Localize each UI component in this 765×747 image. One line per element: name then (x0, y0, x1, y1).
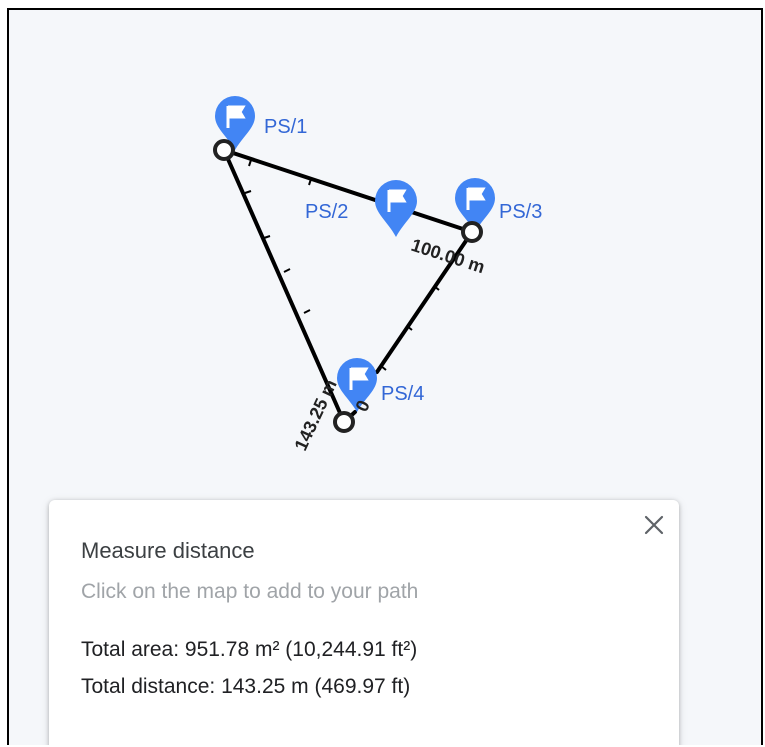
vertex-handle-3 (333, 411, 355, 433)
vertex-distance-label: 143.25 m (290, 376, 340, 453)
panel-hint: Click on the map to add to your path (81, 580, 419, 603)
vertex-handle-2 (461, 221, 483, 243)
panel-title: Measure distance (81, 538, 255, 563)
map-canvas[interactable]: PS/1 PS/2 PS/3 PS/4 100.00 m 143.25 m 0 (7, 8, 763, 745)
marker-ps2[interactable]: PS/2 (305, 180, 417, 237)
flag-pin-icon (375, 180, 417, 237)
measure-distance-panel: Measure distance Click on the map to add… (49, 500, 679, 745)
close-icon (644, 515, 664, 535)
marker-label-ps2: PS/2 (305, 201, 348, 223)
total-distance: Total distance: 143.25 m (469.97 ft) (81, 675, 411, 698)
marker-label-ps3: PS/3 (499, 201, 542, 223)
marker-label-ps1: PS/1 (264, 116, 307, 138)
vertex-handle-1 (213, 139, 235, 161)
total-area: Total area: 951.78 m² (10,244.91 ft²) (81, 638, 418, 661)
marker-label-ps4: PS/4 (381, 383, 424, 405)
close-button[interactable] (639, 510, 669, 540)
